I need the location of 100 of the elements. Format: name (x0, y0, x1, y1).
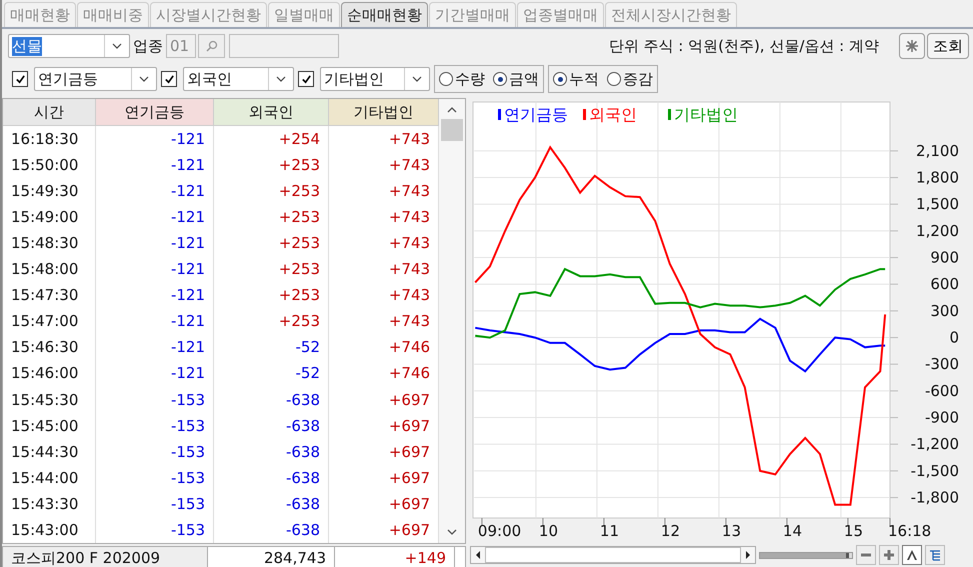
market-dropdown[interactable]: 선물 (8, 34, 130, 58)
legend-swatch (583, 109, 586, 120)
table-cell: +253 (214, 308, 328, 334)
investor-dropdown[interactable]: 연기금등 (34, 67, 157, 91)
change-value: +149 (335, 547, 455, 567)
x-axis-label: 09:00 (478, 522, 522, 540)
table-cell: 15:50:00 (3, 152, 96, 178)
settings-icon (905, 39, 919, 53)
auto-button[interactable] (902, 545, 922, 565)
checkbox[interactable] (161, 71, 177, 87)
table-cell: 15:44:00 (3, 464, 96, 491)
scroll-thumb[interactable] (441, 119, 464, 141)
table-cell: +254 (214, 126, 328, 152)
radio-option[interactable]: 누적 (553, 70, 599, 88)
radio-option[interactable]: 금액 (493, 70, 539, 88)
radio-button[interactable] (607, 72, 621, 86)
legend-label: 기타법인 (674, 105, 738, 124)
column-header: 기타법인 (328, 99, 439, 126)
table-cell: -153 (96, 516, 214, 543)
scroll-left-icon (475, 551, 481, 559)
legend-swatch (668, 109, 671, 120)
radio-button[interactable] (439, 72, 453, 86)
table-cell: -121 (96, 282, 214, 308)
checkbox[interactable] (298, 71, 314, 87)
sector-label: 업종 (133, 36, 163, 56)
column-header: 시간 (3, 99, 96, 126)
table-cell: -52 (214, 360, 328, 386)
y-axis-label: -900 (924, 408, 959, 427)
y-axis-label: 300 (930, 302, 959, 320)
x-axis-label: 13 (722, 522, 741, 540)
table-cell: +253 (214, 204, 328, 230)
table-cell: +253 (214, 230, 328, 256)
radio-label: 금액 (509, 70, 539, 88)
checkbox[interactable] (12, 71, 28, 87)
y-axis-label: -1,200 (910, 435, 959, 454)
y-axis-label: -600 (924, 382, 959, 400)
unit-note: 단위 주식 : 억원(천주), 선물/옵션 : 계약 (608, 36, 879, 56)
table-cell: +253 (214, 178, 328, 204)
investor-dropdown[interactable]: 기타법인 (320, 67, 430, 91)
tab[interactable]: 순매매현황 (341, 2, 428, 27)
table-cell: -638 (214, 412, 328, 439)
settings-button[interactable] (899, 33, 925, 59)
table-cell: 15:43:30 (3, 490, 96, 517)
y-axis-label: -1,800 (910, 488, 959, 507)
table-cell: -638 (214, 490, 328, 517)
radio-button[interactable] (553, 72, 567, 86)
zoom-in-button[interactable] (879, 545, 899, 565)
radio-option[interactable]: 증감 (607, 70, 653, 88)
table-cell: -638 (214, 438, 328, 465)
radio-button[interactable] (493, 72, 507, 86)
table-cell: 15:45:30 (3, 386, 96, 413)
y-axis-label: -300 (924, 355, 959, 374)
plus-icon (883, 549, 895, 561)
x-axis-label: 16:18 (888, 522, 932, 540)
legend-swatch (498, 109, 501, 120)
table-cell: 15:48:00 (3, 256, 96, 282)
table-cell: +253 (214, 152, 328, 178)
check-icon (300, 74, 312, 84)
chart-tool-button[interactable] (925, 545, 945, 565)
table-cell: 15:48:30 (3, 230, 96, 256)
table-cell: -121 (96, 178, 214, 204)
table-cell: -153 (96, 464, 214, 491)
investor-dropdown[interactable]: 외국인 (183, 67, 294, 91)
table-cell: -638 (214, 516, 328, 543)
table-cell: 15:49:00 (3, 204, 96, 230)
y-axis-label: 0 (949, 328, 959, 347)
table-cell: +253 (214, 282, 328, 308)
table-cell: -153 (96, 490, 214, 517)
search-icon (206, 40, 218, 52)
table-cell: -121 (96, 360, 214, 386)
table-cell: -52 (214, 334, 328, 360)
table-cell: -121 (96, 152, 214, 178)
horizontal-scrollbar[interactable] (470, 546, 756, 564)
scroll-down-icon (447, 529, 458, 535)
sector-name-field[interactable] (229, 34, 339, 58)
table-cell: 15:44:30 (3, 438, 96, 465)
x-axis-label: 14 (782, 522, 802, 540)
radio-option[interactable]: 수량 (439, 70, 485, 88)
table-cell: -121 (96, 256, 214, 282)
table-cell: 15:46:30 (3, 334, 96, 360)
table-cell: -121 (96, 308, 214, 334)
x-axis-label: 15 (844, 522, 863, 540)
table-cell: 15:47:00 (3, 308, 96, 334)
zoom-out-button[interactable] (856, 545, 876, 565)
y-axis-label: 1,200 (916, 222, 959, 240)
x-axis-label: 10 (538, 522, 558, 540)
column-header: 연기금등 (96, 99, 214, 126)
table-cell: 15:43:00 (3, 516, 96, 543)
table-cell: +253 (214, 256, 328, 282)
scroll-up-icon (447, 107, 458, 113)
table-cell: -153 (96, 412, 214, 439)
table-cell: 15:46:00 (3, 360, 96, 386)
legend-label: 연기금등 (504, 105, 568, 124)
table-cell: -121 (96, 334, 214, 360)
table-cell: 16:18:30 (3, 126, 96, 152)
vertical-scrollbar[interactable] (439, 99, 465, 543)
query-button[interactable]: 조회 (927, 33, 969, 59)
radio-label: 수량 (455, 70, 485, 88)
radio-label: 증감 (623, 70, 653, 88)
instrument-name: 코스피200 F 202009 (3, 547, 208, 567)
